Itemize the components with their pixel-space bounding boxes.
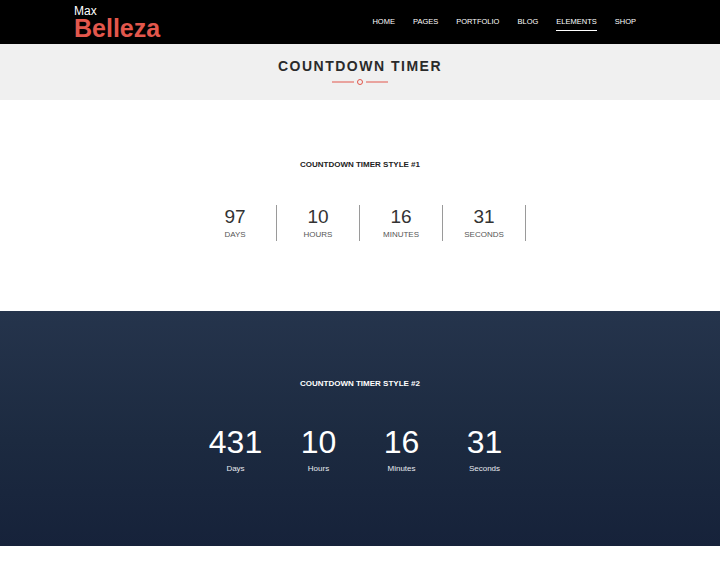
timer-unit: 97 DAYS	[194, 205, 277, 241]
timer-value: 431	[209, 426, 262, 458]
countdown-timer: 97 DAYS 10 HOURS 16 MINUTES 31 SECONDS	[194, 205, 526, 241]
countdown-section: COUNTDOWN TIMER STYLE #2 431 Days 10 Hours 16…	[0, 311, 720, 546]
countdown-section: COUNTDOWN TIMER STYLE #1 97 DAYS 10 HOURS 16 M…	[0, 100, 720, 311]
timer-unit: 10 Hours	[277, 426, 360, 473]
timer-unit: 10 HOURS	[277, 205, 360, 241]
timer-value: 10	[307, 207, 328, 226]
timer-label: Hours	[308, 464, 329, 473]
timer-title: COUNTDOWN TIMER STYLE #1	[300, 160, 420, 169]
timer-value: 31	[473, 207, 494, 226]
timer-value: 16	[390, 207, 411, 226]
main-nav: HOME PAGES PORTFOLIO BLOG ELEMENTS SHOP	[372, 13, 636, 31]
timer-label: SECONDS	[464, 230, 504, 239]
page-title: COUNTDOWN TIMER	[278, 58, 442, 74]
timer-value: 31	[467, 426, 503, 458]
timer-label: DAYS	[224, 230, 245, 239]
timer-title: COUNTDOWN TIMER STYLE #2	[300, 379, 420, 388]
nav-item[interactable]: HOME	[372, 13, 395, 31]
timer-label: Minutes	[387, 464, 415, 473]
timer-value: 16	[384, 426, 420, 458]
timer-unit: 431 Days	[194, 426, 277, 473]
timer-unit: 31 SECONDS	[443, 205, 526, 241]
timer-value: 97	[224, 207, 245, 226]
timer-label: HOURS	[304, 230, 333, 239]
logo[interactable]: MaxBelleza	[74, 3, 160, 41]
nav-item[interactable]: PAGES	[413, 13, 438, 31]
timer-unit: 31 Seconds	[443, 426, 526, 473]
header: MaxBelleza HOME PAGES PORTFOLIO BLOG ELEMENTS…	[0, 0, 720, 44]
timer-unit: 16 Minutes	[360, 426, 443, 473]
page-title-band: COUNTDOWN TIMER	[0, 44, 720, 100]
timer-label: Seconds	[469, 464, 500, 473]
timer-label: Days	[226, 464, 244, 473]
timer-value: 10	[301, 426, 337, 458]
nav-item[interactable]: ELEMENTS	[556, 13, 596, 31]
timer-label: MINUTES	[383, 230, 419, 239]
nav-item[interactable]: PORTFOLIO	[456, 13, 499, 31]
nav-item[interactable]: BLOG	[517, 13, 538, 31]
logo-large: Belleza	[74, 16, 160, 41]
timer-unit: 16 MINUTES	[360, 205, 443, 241]
page: MaxBelleza HOME PAGES PORTFOLIO BLOG ELEMENTS…	[0, 0, 720, 571]
nav-item[interactable]: SHOP	[615, 13, 636, 31]
countdown-timer: 431 Days 10 Hours 16 Minutes 31 Seconds	[194, 426, 526, 473]
divider-icon	[332, 78, 388, 86]
